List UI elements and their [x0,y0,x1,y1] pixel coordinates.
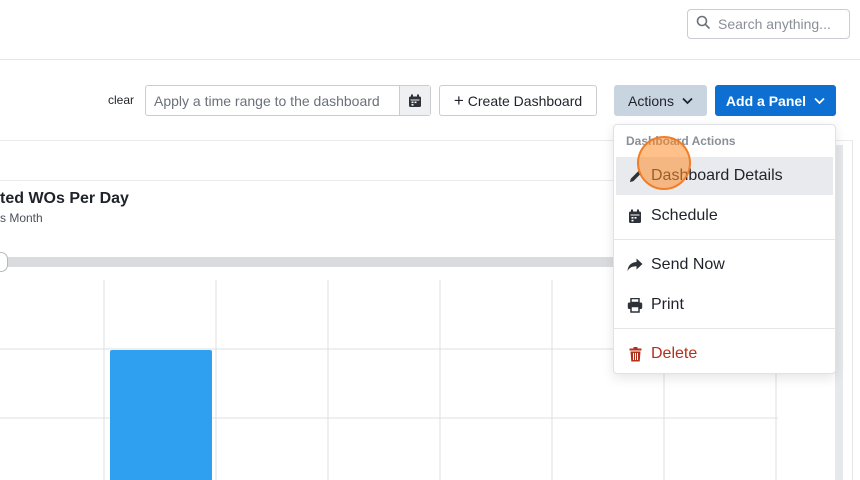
panel-scrollbar[interactable] [835,145,843,480]
menu-item-schedule[interactable]: Schedule [616,197,833,235]
plus-icon: + [453,91,464,110]
calendar-picker-button[interactable] [399,86,430,115]
menu-item-label: Dashboard Details [651,167,783,184]
range-slider-handle[interactable] [0,252,8,272]
actions-button[interactable]: Actions [614,85,707,116]
chevron-down-icon [814,97,825,104]
chevron-down-icon [682,97,693,104]
share-arrow-icon [627,257,643,273]
search-box[interactable] [687,9,850,39]
create-dashboard-label: Create Dashboard [467,92,583,109]
actions-dropdown-menu: Dashboard Actions Dashboard Details Sche… [613,124,836,374]
calendar-icon [409,94,421,107]
menu-item-delete[interactable]: Delete [616,335,833,373]
add-panel-button[interactable]: Add a Panel [715,85,836,116]
pencil-icon [627,168,643,184]
menu-item-label: Send Now [651,256,725,273]
printer-icon [627,297,643,313]
time-range-field[interactable] [145,85,431,116]
page-scrollbar[interactable] [852,140,860,480]
add-panel-label: Add a Panel [725,92,807,109]
search-icon [696,15,710,34]
menu-item-dashboard-details[interactable]: Dashboard Details [616,157,833,195]
panel-subtitle: s Month [0,211,43,225]
menu-item-label: Delete [651,345,698,362]
range-slider-track[interactable] [0,257,640,267]
actions-label: Actions [628,92,674,109]
search-input[interactable] [716,15,845,33]
menu-divider [614,328,835,329]
menu-item-print[interactable]: Print [616,286,833,324]
menu-item-label: Print [651,296,684,313]
create-dashboard-button[interactable]: + Create Dashboard [439,85,597,116]
menu-item-label: Schedule [651,207,718,224]
top-bar [0,0,860,60]
chart-bar[interactable] [110,350,212,480]
trash-icon [627,346,643,362]
panel-title: ted WOs Per Day [0,190,129,207]
dropdown-header: Dashboard Actions [626,134,736,148]
clear-time-range-link[interactable]: clear [108,93,134,107]
time-range-input[interactable] [146,86,399,115]
menu-divider [614,239,835,240]
menu-item-send-now[interactable]: Send Now [616,246,833,284]
calendar-icon [627,208,643,224]
